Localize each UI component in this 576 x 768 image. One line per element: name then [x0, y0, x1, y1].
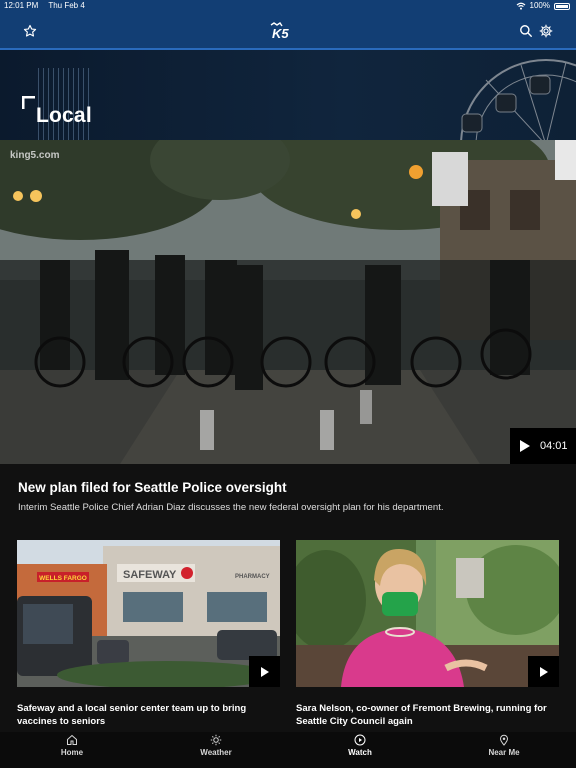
- wifi-icon: [516, 2, 525, 10]
- tab-weather[interactable]: Weather: [171, 734, 261, 757]
- tab-near-me[interactable]: Near Me: [459, 734, 549, 757]
- search-icon: [520, 25, 532, 37]
- pharmacy-sign: PHARMACY: [235, 574, 270, 580]
- sun-icon: [210, 734, 222, 746]
- tab-label: Weather: [200, 748, 232, 757]
- ferris-wheel-graphic: [460, 59, 576, 140]
- story-card-thumbnail[interactable]: [296, 540, 559, 687]
- tab-label: Near Me: [488, 748, 520, 757]
- section-bracket-icon: [22, 96, 35, 109]
- king5-logo-mark: K5: [270, 22, 289, 41]
- story-card-thumbnail[interactable]: WELLS FARGO SAFEWAY PHARMACY: [17, 540, 280, 687]
- story-card-headline[interactable]: Sara Nelson, co-owner of Fremont Brewing…: [296, 703, 566, 728]
- status-date: Thu Feb 4: [48, 1, 85, 10]
- king5-logo[interactable]: K5: [268, 21, 308, 41]
- play-icon: [520, 440, 530, 452]
- play-icon: [260, 666, 269, 677]
- play-icon: [539, 666, 548, 677]
- card-play-button[interactable]: [528, 656, 559, 687]
- interview-illustration: [296, 540, 559, 687]
- status-time: 12:01 PM: [4, 1, 39, 10]
- hero-description: Interim Seattle Police Chief Adrian Diaz…: [18, 502, 444, 513]
- safeway-store-illustration: WELLS FARGO SAFEWAY PHARMACY: [17, 540, 280, 687]
- home-icon: [67, 734, 77, 745]
- hero-play-button[interactable]: 04:01: [510, 428, 576, 464]
- status-bar: 12:01 PM Thu Feb 4 100%: [0, 0, 576, 12]
- safeway-sign: SAFEWAY: [123, 569, 177, 581]
- gear-icon: [539, 24, 553, 38]
- tab-watch[interactable]: Watch: [315, 734, 405, 757]
- favorites-button[interactable]: [18, 12, 42, 50]
- tab-label: Home: [60, 748, 84, 757]
- play-circle-icon: [354, 734, 366, 746]
- bottom-tab-bar: Home Weather Watch Near Me: [0, 732, 576, 768]
- hero-watermark: king5.com: [10, 150, 60, 161]
- story-card-headline[interactable]: Safeway and a local senior center team u…: [17, 703, 287, 728]
- star-icon: [23, 24, 37, 37]
- svg-text:K5: K5: [272, 26, 289, 41]
- battery-icon: [554, 2, 570, 10]
- card-play-button[interactable]: [249, 656, 280, 687]
- tab-label: Watch: [348, 748, 372, 757]
- hero-headline[interactable]: New plan filed for Seattle Police oversi…: [18, 480, 287, 495]
- tab-home[interactable]: Home: [27, 734, 117, 757]
- hero-video-thumbnail[interactable]: [0, 140, 576, 464]
- battery-percentage: 100%: [529, 1, 550, 10]
- wells-fargo-sign: WELLS FARGO: [39, 575, 87, 582]
- app-header: K5: [0, 12, 576, 50]
- location-pin-icon: [499, 734, 509, 746]
- settings-button[interactable]: [534, 12, 558, 50]
- section-title: Local: [36, 104, 92, 127]
- video-duration: 04:01: [540, 440, 568, 452]
- hero-scene-illustration: [0, 140, 576, 464]
